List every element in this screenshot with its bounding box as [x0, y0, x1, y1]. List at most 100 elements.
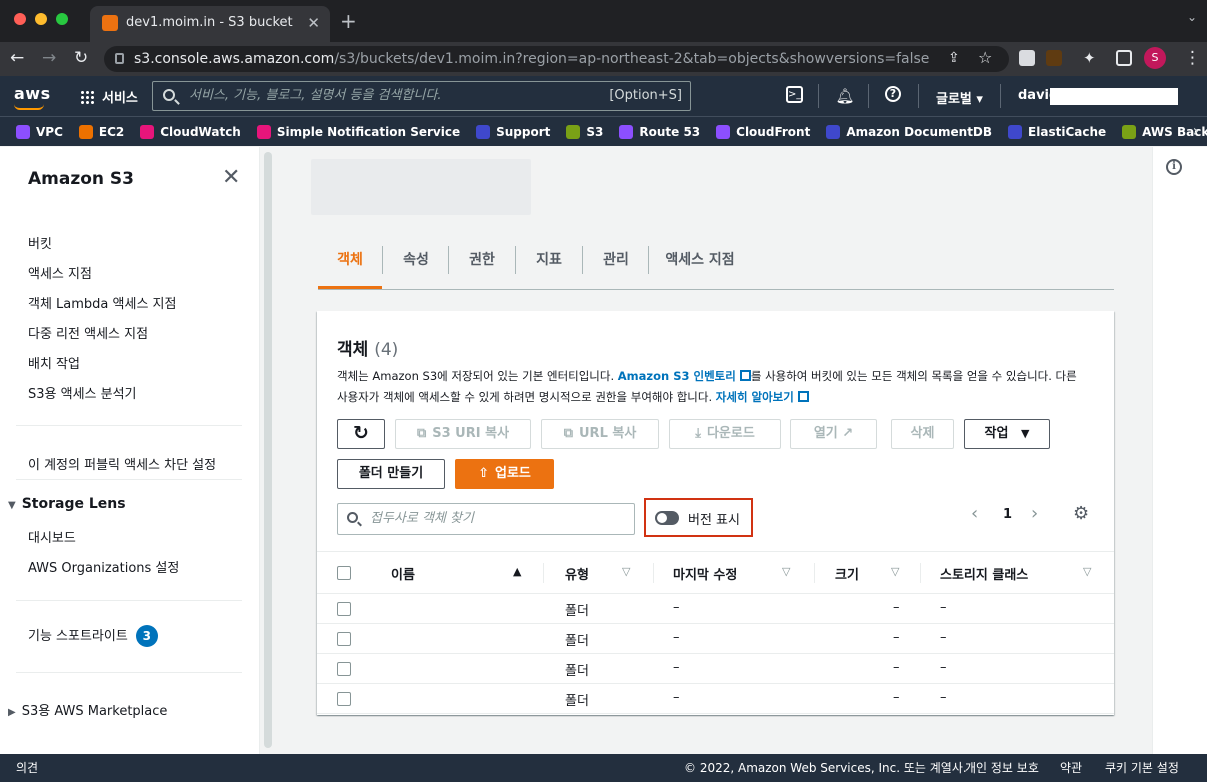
close-window-button[interactable] — [14, 13, 26, 25]
tab-properties[interactable]: 속성 — [384, 244, 448, 288]
browser-menu-icon[interactable]: ⋮ — [1184, 48, 1201, 68]
create-folder-button[interactable]: 폴더 만들기 — [337, 459, 445, 489]
column-header-storage-class[interactable]: 스토리지 클래스 — [940, 564, 1028, 583]
nav-item-multi-region-access-points[interactable]: 다중 리전 액세스 지점 — [28, 323, 148, 342]
close-icon[interactable]: ✕ — [222, 165, 240, 190]
privacy-link[interactable]: 개인 정보 보호 — [965, 754, 1039, 782]
nav-item-access-analyzer[interactable]: S3용 액세스 분석기 — [28, 383, 137, 402]
tab-management[interactable]: 관리 — [584, 244, 648, 288]
address-bar[interactable]: s3.console.aws.amazon.com/s3/buckets/dev… — [104, 46, 1009, 72]
nav-item-dashboards[interactable]: 대시보드 — [28, 527, 76, 546]
sort-icon[interactable]: ▽ — [782, 565, 790, 578]
favorite-route-53[interactable]: Route 53 — [619, 124, 701, 139]
maximize-window-button[interactable] — [56, 13, 68, 25]
extensions-puzzle-icon[interactable]: ✦ — [1083, 48, 1096, 68]
global-search-input[interactable]: 서비스, 기능, 블로그, 설명서 등을 검색합니다. [Option+S] — [152, 81, 691, 111]
table-row[interactable]: 폴더 – – – — [317, 624, 1114, 654]
scrollbar[interactable] — [264, 152, 272, 748]
column-header-last-modified[interactable]: 마지막 수정 — [673, 564, 737, 583]
actions-dropdown[interactable]: 작업 ▼ — [964, 419, 1050, 449]
favorite-simple-notification-service[interactable]: Simple Notification Service — [256, 124, 460, 139]
cookie-preferences-link[interactable]: 쿠키 기본 설정 — [1105, 754, 1179, 782]
copy-s3-uri-button[interactable]: ⧉ S3 URI 복사 — [395, 419, 531, 449]
nav-item-batch-operations[interactable]: 배치 작업 — [28, 353, 80, 372]
nav-item-lambda-access-points[interactable]: 객체 Lambda 액세스 지점 — [28, 293, 176, 312]
bookmark-star-icon[interactable]: ☆ — [978, 48, 992, 68]
table-row[interactable]: 폴더 – – – — [317, 684, 1114, 714]
copy-url-button[interactable]: ⧉ URL 복사 — [541, 419, 659, 449]
nav-item-organizations-settings[interactable]: AWS Organizations 설정 — [28, 557, 179, 576]
gear-icon[interactable]: ⚙︎ — [1073, 505, 1091, 523]
extension-star-icon[interactable] — [1046, 50, 1062, 66]
favorite-cloudwatch[interactable]: CloudWatch — [140, 124, 241, 139]
forward-icon[interactable]: → — [42, 48, 56, 68]
nav-item-access-points[interactable]: 액세스 지점 — [28, 263, 92, 282]
select-all-checkbox[interactable] — [337, 566, 351, 580]
cloudshell-icon[interactable]: >_ — [786, 86, 803, 103]
delete-button[interactable]: 삭제 — [891, 419, 954, 449]
nav-section-storage-lens[interactable]: ▼ Storage Lens — [8, 496, 126, 512]
favorite-support[interactable]: Support — [476, 124, 550, 139]
favorite-vpc[interactable]: VPC — [16, 124, 63, 139]
open-label: 열기 — [813, 426, 838, 441]
chevron-left-icon[interactable]: ‹ — [971, 503, 978, 524]
row-checkbox[interactable] — [337, 632, 351, 646]
upload-button[interactable]: ⇧ 업로드 — [455, 459, 554, 489]
download-button[interactable]: ⤓ 다운로드 — [669, 419, 781, 449]
learn-more-link[interactable]: 자세히 알아보기 — [716, 390, 794, 404]
nav-item-buckets[interactable]: 버킷 — [28, 233, 52, 252]
share-icon[interactable]: ⇪ — [948, 48, 960, 68]
sort-icon[interactable]: ▽ — [891, 565, 899, 578]
tab-close-icon[interactable]: ✕ — [307, 6, 320, 40]
sort-icon[interactable]: ▽ — [622, 565, 630, 578]
tab-search-icon[interactable]: ⌄ — [1187, 10, 1197, 24]
sort-ascending-icon[interactable]: ▲ — [513, 565, 521, 578]
terms-link[interactable]: 약관 — [1060, 754, 1082, 782]
column-header-type[interactable]: 유형 — [565, 564, 589, 583]
favorite-amazon-documentdb[interactable]: Amazon DocumentDB — [826, 124, 992, 139]
new-tab-icon[interactable]: + — [340, 8, 357, 34]
tab-metrics[interactable]: 지표 — [517, 244, 581, 288]
browser-tab[interactable]: dev1.moim.in - S3 bucket ✕ — [90, 6, 330, 42]
favorite-cloudfront[interactable]: CloudFront — [716, 124, 810, 139]
help-icon[interactable]: ? — [885, 86, 901, 102]
extension-icon[interactable] — [1019, 50, 1035, 66]
favorite-s3[interactable]: S3 — [566, 124, 603, 139]
nav-item-block-public-access[interactable]: 이 계정의 퍼블릭 액세스 차단 설정 — [28, 454, 216, 473]
column-header-size[interactable]: 크기 — [835, 564, 859, 583]
feedback-link[interactable]: 의견 — [16, 754, 38, 782]
favorite-label: Route 53 — [639, 124, 701, 139]
services-menu-button[interactable]: 서비스 — [80, 87, 138, 106]
table-row[interactable]: 폴더 – – – — [317, 594, 1114, 624]
favorite-ec2[interactable]: EC2 — [78, 124, 124, 139]
chevron-right-icon[interactable]: › — [1193, 121, 1199, 140]
nav-item-feature-spotlight[interactable]: 기능 스포트라이트 3 — [28, 625, 158, 647]
page-number[interactable]: 1 — [1003, 507, 1012, 522]
region-selector[interactable]: 글로벌 ▾ — [936, 88, 983, 107]
aws-logo[interactable]: aws — [14, 84, 51, 103]
back-icon[interactable]: ← — [10, 48, 24, 68]
tab-access-points[interactable]: 액세스 지점 — [650, 244, 750, 288]
minimize-window-button[interactable] — [35, 13, 47, 25]
sidepanel-icon[interactable] — [1116, 50, 1132, 66]
row-checkbox[interactable] — [337, 602, 351, 616]
open-button[interactable]: 열기 ↗ — [790, 419, 877, 449]
chevron-right-icon[interactable]: › — [1031, 503, 1038, 524]
profile-avatar[interactable]: S — [1144, 47, 1166, 69]
reload-icon[interactable]: ↻ — [74, 48, 88, 68]
row-checkbox[interactable] — [337, 692, 351, 706]
favorite-elasticache[interactable]: ElastiCache — [1008, 124, 1106, 139]
sort-icon[interactable]: ▽ — [1083, 565, 1091, 578]
inventory-link[interactable]: Amazon S3 인벤토리 — [618, 369, 736, 383]
row-checkbox[interactable] — [337, 662, 351, 676]
object-prefix-search-input[interactable]: 접두사로 객체 찾기 — [337, 503, 635, 535]
show-versions-toggle[interactable] — [655, 511, 679, 525]
info-icon[interactable]: i — [1166, 159, 1182, 175]
nav-item-marketplace[interactable]: ▶ S3용 AWS Marketplace — [8, 700, 167, 719]
table-row[interactable]: 폴더 – – – — [317, 654, 1114, 684]
refresh-button[interactable]: ↻ — [337, 419, 385, 449]
column-header-name[interactable]: 이름 — [391, 564, 415, 583]
tab-permissions[interactable]: 권한 — [450, 244, 514, 288]
tab-objects[interactable]: 객체 — [318, 244, 382, 289]
notifications-bell-icon[interactable]: 🔔︎ — [835, 86, 855, 106]
